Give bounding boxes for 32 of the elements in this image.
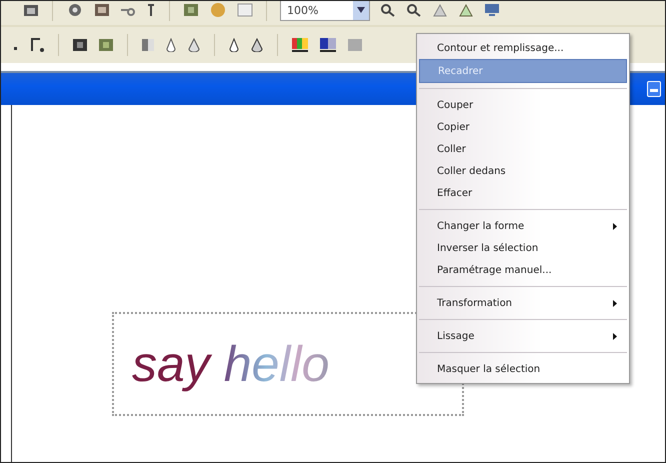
- menu-item[interactable]: Lissage: [419, 325, 627, 347]
- menu-item[interactable]: Coller dedans: [419, 160, 627, 182]
- corner-icon[interactable]: [29, 37, 45, 53]
- drop-icon[interactable]: [250, 38, 264, 52]
- image-icon[interactable]: [94, 3, 110, 17]
- zoom-in-icon[interactable]: [380, 3, 396, 17]
- artwork-text: say: [132, 335, 210, 393]
- menu-item[interactable]: Transformation: [419, 292, 627, 314]
- menu-item[interactable]: Inverser la sélection: [419, 237, 627, 259]
- zoom-field[interactable]: 100%: [280, 1, 370, 21]
- menu-item[interactable]: Masquer la sélection: [419, 358, 627, 380]
- zoom-out-icon[interactable]: [406, 3, 422, 17]
- minimize-button[interactable]: [647, 81, 661, 97]
- menu-item[interactable]: Paramétrage manuel...: [419, 259, 627, 281]
- monitor-icon[interactable]: [484, 3, 500, 17]
- minimize-icon: [650, 89, 658, 93]
- menu-item[interactable]: Coller: [419, 138, 627, 160]
- menu-item[interactable]: Contour et remplissage...: [419, 37, 627, 59]
- menu-item[interactable]: Effacer: [419, 182, 627, 204]
- color-palette-icon[interactable]: [291, 37, 309, 53]
- square-icon[interactable]: [141, 38, 155, 52]
- menu-item[interactable]: Couper: [419, 94, 627, 116]
- text-cursor-icon[interactable]: [146, 3, 156, 17]
- triangle-icon[interactable]: [432, 3, 448, 17]
- triangle-icon[interactable]: [458, 3, 474, 17]
- gradient-icon[interactable]: [319, 37, 337, 53]
- menu-item[interactable]: Changer la forme: [419, 215, 627, 237]
- drop-icon[interactable]: [165, 38, 177, 52]
- dropdown-icon[interactable]: [353, 1, 369, 20]
- menu-item[interactable]: Copier: [419, 116, 627, 138]
- drop-icon[interactable]: [228, 38, 240, 52]
- drop-icon[interactable]: [187, 38, 201, 52]
